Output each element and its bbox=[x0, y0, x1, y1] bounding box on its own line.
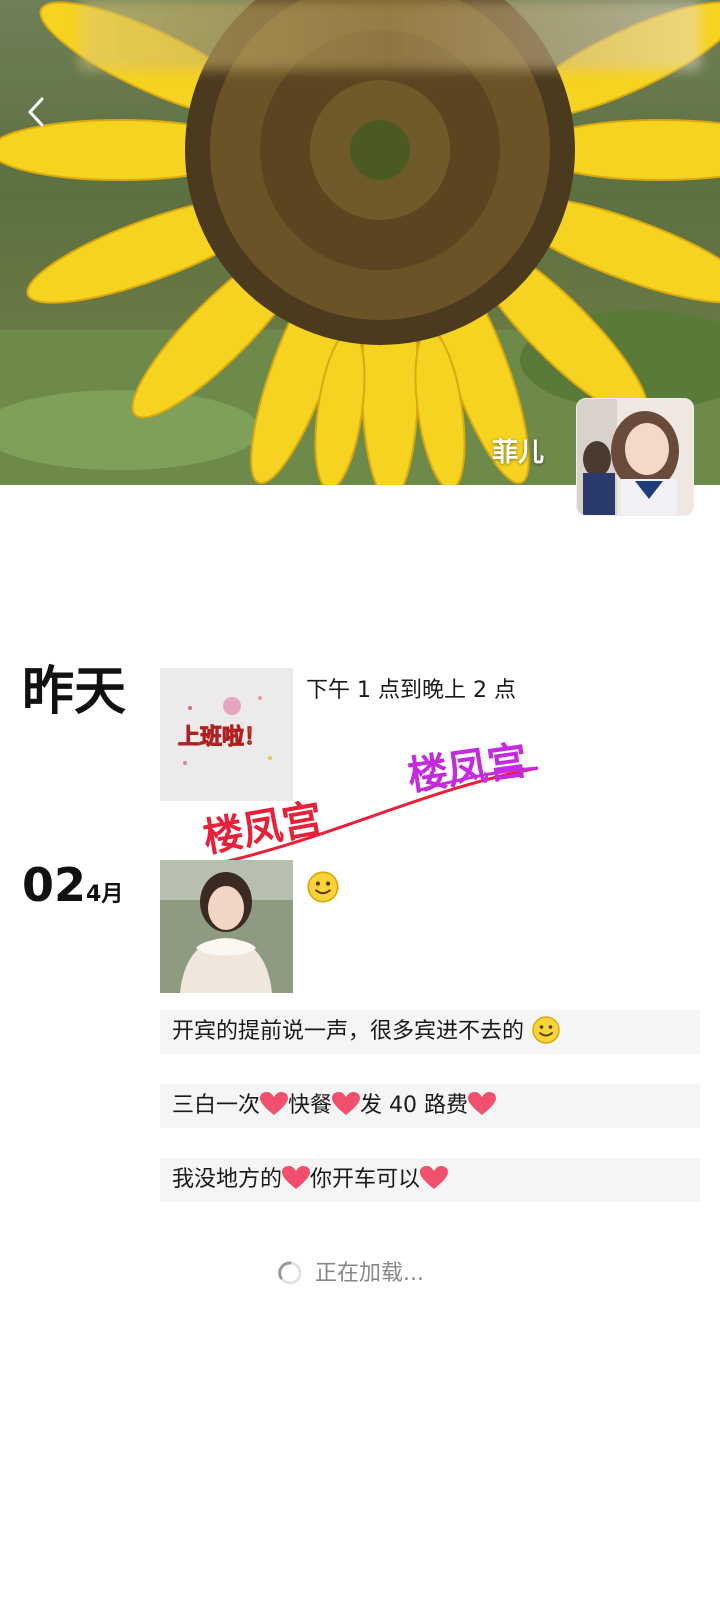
post-day-label: 昨天 bbox=[22, 662, 127, 722]
message-text: 三白一次 bbox=[172, 1093, 261, 1118]
message-text: 我没地方的 bbox=[172, 1167, 283, 1192]
message-text: 发 40 路费 bbox=[360, 1093, 469, 1118]
post-message: 三白一次 快餐 发 40 路费 bbox=[160, 1084, 700, 1128]
post-image-caption: 上班啦！ bbox=[178, 724, 266, 750]
portrait-photo bbox=[160, 860, 293, 993]
heart-icon bbox=[420, 1166, 449, 1189]
post-message: 开宾的提前说一声，很多宾进不去的 bbox=[160, 1010, 700, 1054]
spinner-icon bbox=[278, 1261, 302, 1285]
post-image[interactable]: 上班啦！ bbox=[160, 668, 293, 801]
watermark-text-left: 楼凤宫 bbox=[200, 796, 326, 862]
post-image[interactable] bbox=[160, 860, 293, 993]
message-text: 快餐 bbox=[288, 1093, 333, 1118]
work-start-image: 上班啦！ bbox=[160, 668, 293, 801]
smiley-emoji-icon bbox=[307, 871, 339, 903]
heart-icon bbox=[260, 1092, 289, 1115]
avatar[interactable] bbox=[576, 398, 694, 516]
chevron-left-icon bbox=[28, 97, 44, 127]
message-text: 开宾的提前说一声，很多宾进不去的 bbox=[172, 1019, 525, 1044]
message-text: 你开车可以 bbox=[310, 1167, 421, 1192]
heart-icon bbox=[468, 1092, 497, 1115]
smiley-emoji-icon bbox=[532, 1016, 560, 1044]
watermark-text-right: 楼凤宫 bbox=[405, 738, 530, 800]
post-text: 下午 1 点到晚上 2 点 bbox=[306, 678, 516, 703]
post-date-month: 4月 bbox=[86, 882, 124, 907]
blurred-header-overlay bbox=[80, 0, 700, 70]
post-message: 我没地方的 你开车可以 bbox=[160, 1158, 700, 1202]
back-button[interactable] bbox=[20, 95, 54, 129]
post-date-day: 02 bbox=[22, 858, 87, 912]
heart-icon bbox=[282, 1166, 311, 1189]
loading-indicator: 正在加载... bbox=[277, 1255, 424, 1287]
profile-nickname: 菲儿 bbox=[491, 438, 544, 468]
loading-text: 正在加载... bbox=[315, 1261, 424, 1286]
heart-icon bbox=[332, 1092, 361, 1115]
avatar-photo bbox=[577, 399, 693, 515]
post-date: 024月 bbox=[22, 862, 123, 908]
